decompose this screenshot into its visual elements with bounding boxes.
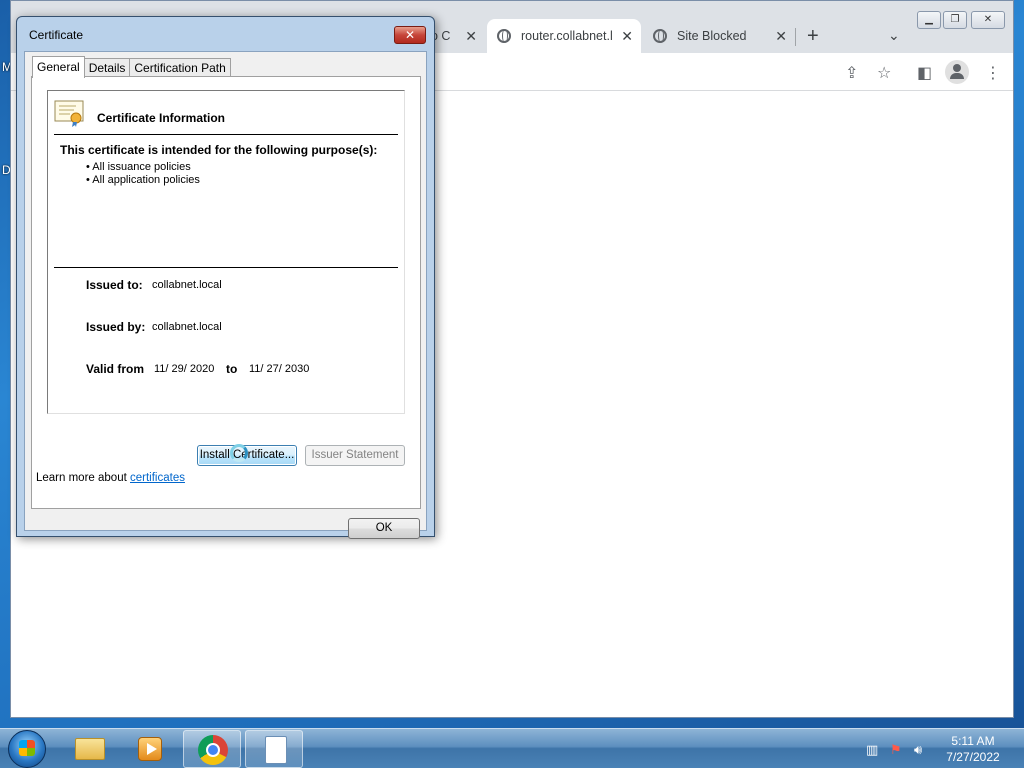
globe-icon (653, 29, 667, 43)
certificate-icon (54, 100, 84, 127)
close-icon[interactable]: ✕ (465, 28, 477, 45)
maximize-button[interactable]: ❐ (943, 11, 967, 29)
issued-to-label: Issued to: (86, 278, 143, 292)
valid-to-value: 11/ 27/ 2030 (249, 363, 310, 375)
dialog-body: General Details Certification Path Certi… (24, 51, 427, 539)
certificates-link[interactable]: certificates (130, 472, 185, 484)
new-tab-button[interactable]: + (807, 25, 819, 48)
certificate-info-title: Certificate Information (97, 111, 226, 125)
document-taskbar-button[interactable] (245, 730, 303, 768)
divider (54, 134, 398, 135)
window-close-button[interactable]: ✕ (971, 11, 1005, 29)
valid-from-label: Valid from (86, 362, 145, 376)
valid-from-value: 11/ 29/ 2020 (154, 363, 215, 375)
close-icon[interactable]: ✕ (621, 28, 633, 45)
explorer-taskbar-button[interactable] (60, 730, 118, 768)
media-player-taskbar-button[interactable] (120, 730, 178, 768)
busy-cursor-icon (230, 444, 248, 462)
tab-site-blocked[interactable]: Site Blocked ✕ (643, 19, 795, 53)
dialog-close-button[interactable]: ✕ (394, 26, 426, 44)
general-panel: Certificate Information This certificate… (31, 76, 421, 509)
learn-more-label: Learn more about (36, 472, 127, 484)
divider (54, 267, 398, 268)
learn-more-text: Learn more about certificates (36, 472, 185, 484)
certificate-dialog: Certificate ✕ General Details Certificat… (16, 16, 435, 539)
tab-search-icon[interactable]: ⌄ (888, 27, 900, 44)
certificate-info-box: Certificate Information This certificate… (47, 90, 405, 414)
clock-time: 5:11 AM (951, 734, 995, 748)
dialog-tabs: General Details Certification Path (32, 56, 231, 78)
minimize-button[interactable]: ▁ (917, 11, 941, 29)
list-item: • All issuance policies (86, 161, 191, 173)
tab-details[interactable]: Details (83, 58, 131, 78)
issued-to-value: collabnet.local (152, 279, 222, 291)
document-icon (265, 736, 287, 764)
tab-title: Site Blocked (677, 29, 747, 43)
dialog-title: Certificate (29, 28, 84, 42)
issued-by-value: collabnet.local (152, 321, 222, 333)
folder-icon (75, 738, 105, 760)
taskbar: ▥ ⚑ 🔊︎ 5:11 AM 7/27/2022 (0, 728, 1024, 768)
side-panel-icon[interactable]: ◧ (917, 63, 932, 83)
star-icon[interactable]: ☆ (877, 63, 891, 83)
start-button[interactable] (8, 730, 46, 768)
purpose-list: • All issuance policies • All applicatio… (86, 161, 200, 187)
ok-button[interactable]: OK (348, 518, 420, 539)
action-center-icon[interactable]: ⚑ (890, 742, 902, 758)
issuer-statement-button[interactable]: Issuer Statement (305, 445, 405, 466)
purpose-heading: This certificate is intended for the fol… (60, 143, 378, 157)
tab-certification-path[interactable]: Certification Path (129, 58, 231, 78)
globe-icon (497, 29, 511, 43)
share-icon[interactable]: ⇪ (845, 63, 858, 83)
close-icon[interactable]: ✕ (775, 28, 787, 45)
tab-general[interactable]: General (32, 56, 85, 78)
tab-router[interactable]: router.collabnet.l ✕ (487, 19, 641, 53)
tab-separator (795, 28, 796, 46)
list-item: • All application policies (86, 174, 200, 186)
chrome-taskbar-button[interactable] (183, 730, 241, 768)
volume-icon[interactable]: 🔊︎ (914, 742, 922, 758)
profile-avatar[interactable] (945, 60, 969, 84)
issued-by-label: Issued by: (86, 320, 146, 334)
menu-icon[interactable]: ⋮ (985, 63, 1001, 83)
chrome-icon (198, 735, 228, 765)
network-icon[interactable]: ▥ (866, 742, 878, 758)
clock-date: 7/27/2022 (946, 750, 1000, 764)
valid-to-label: to (226, 362, 238, 376)
system-clock[interactable]: 5:11 AM 7/27/2022 (940, 733, 1006, 765)
tab-title: router.collabnet.l (521, 29, 613, 43)
media-player-icon (138, 737, 162, 761)
